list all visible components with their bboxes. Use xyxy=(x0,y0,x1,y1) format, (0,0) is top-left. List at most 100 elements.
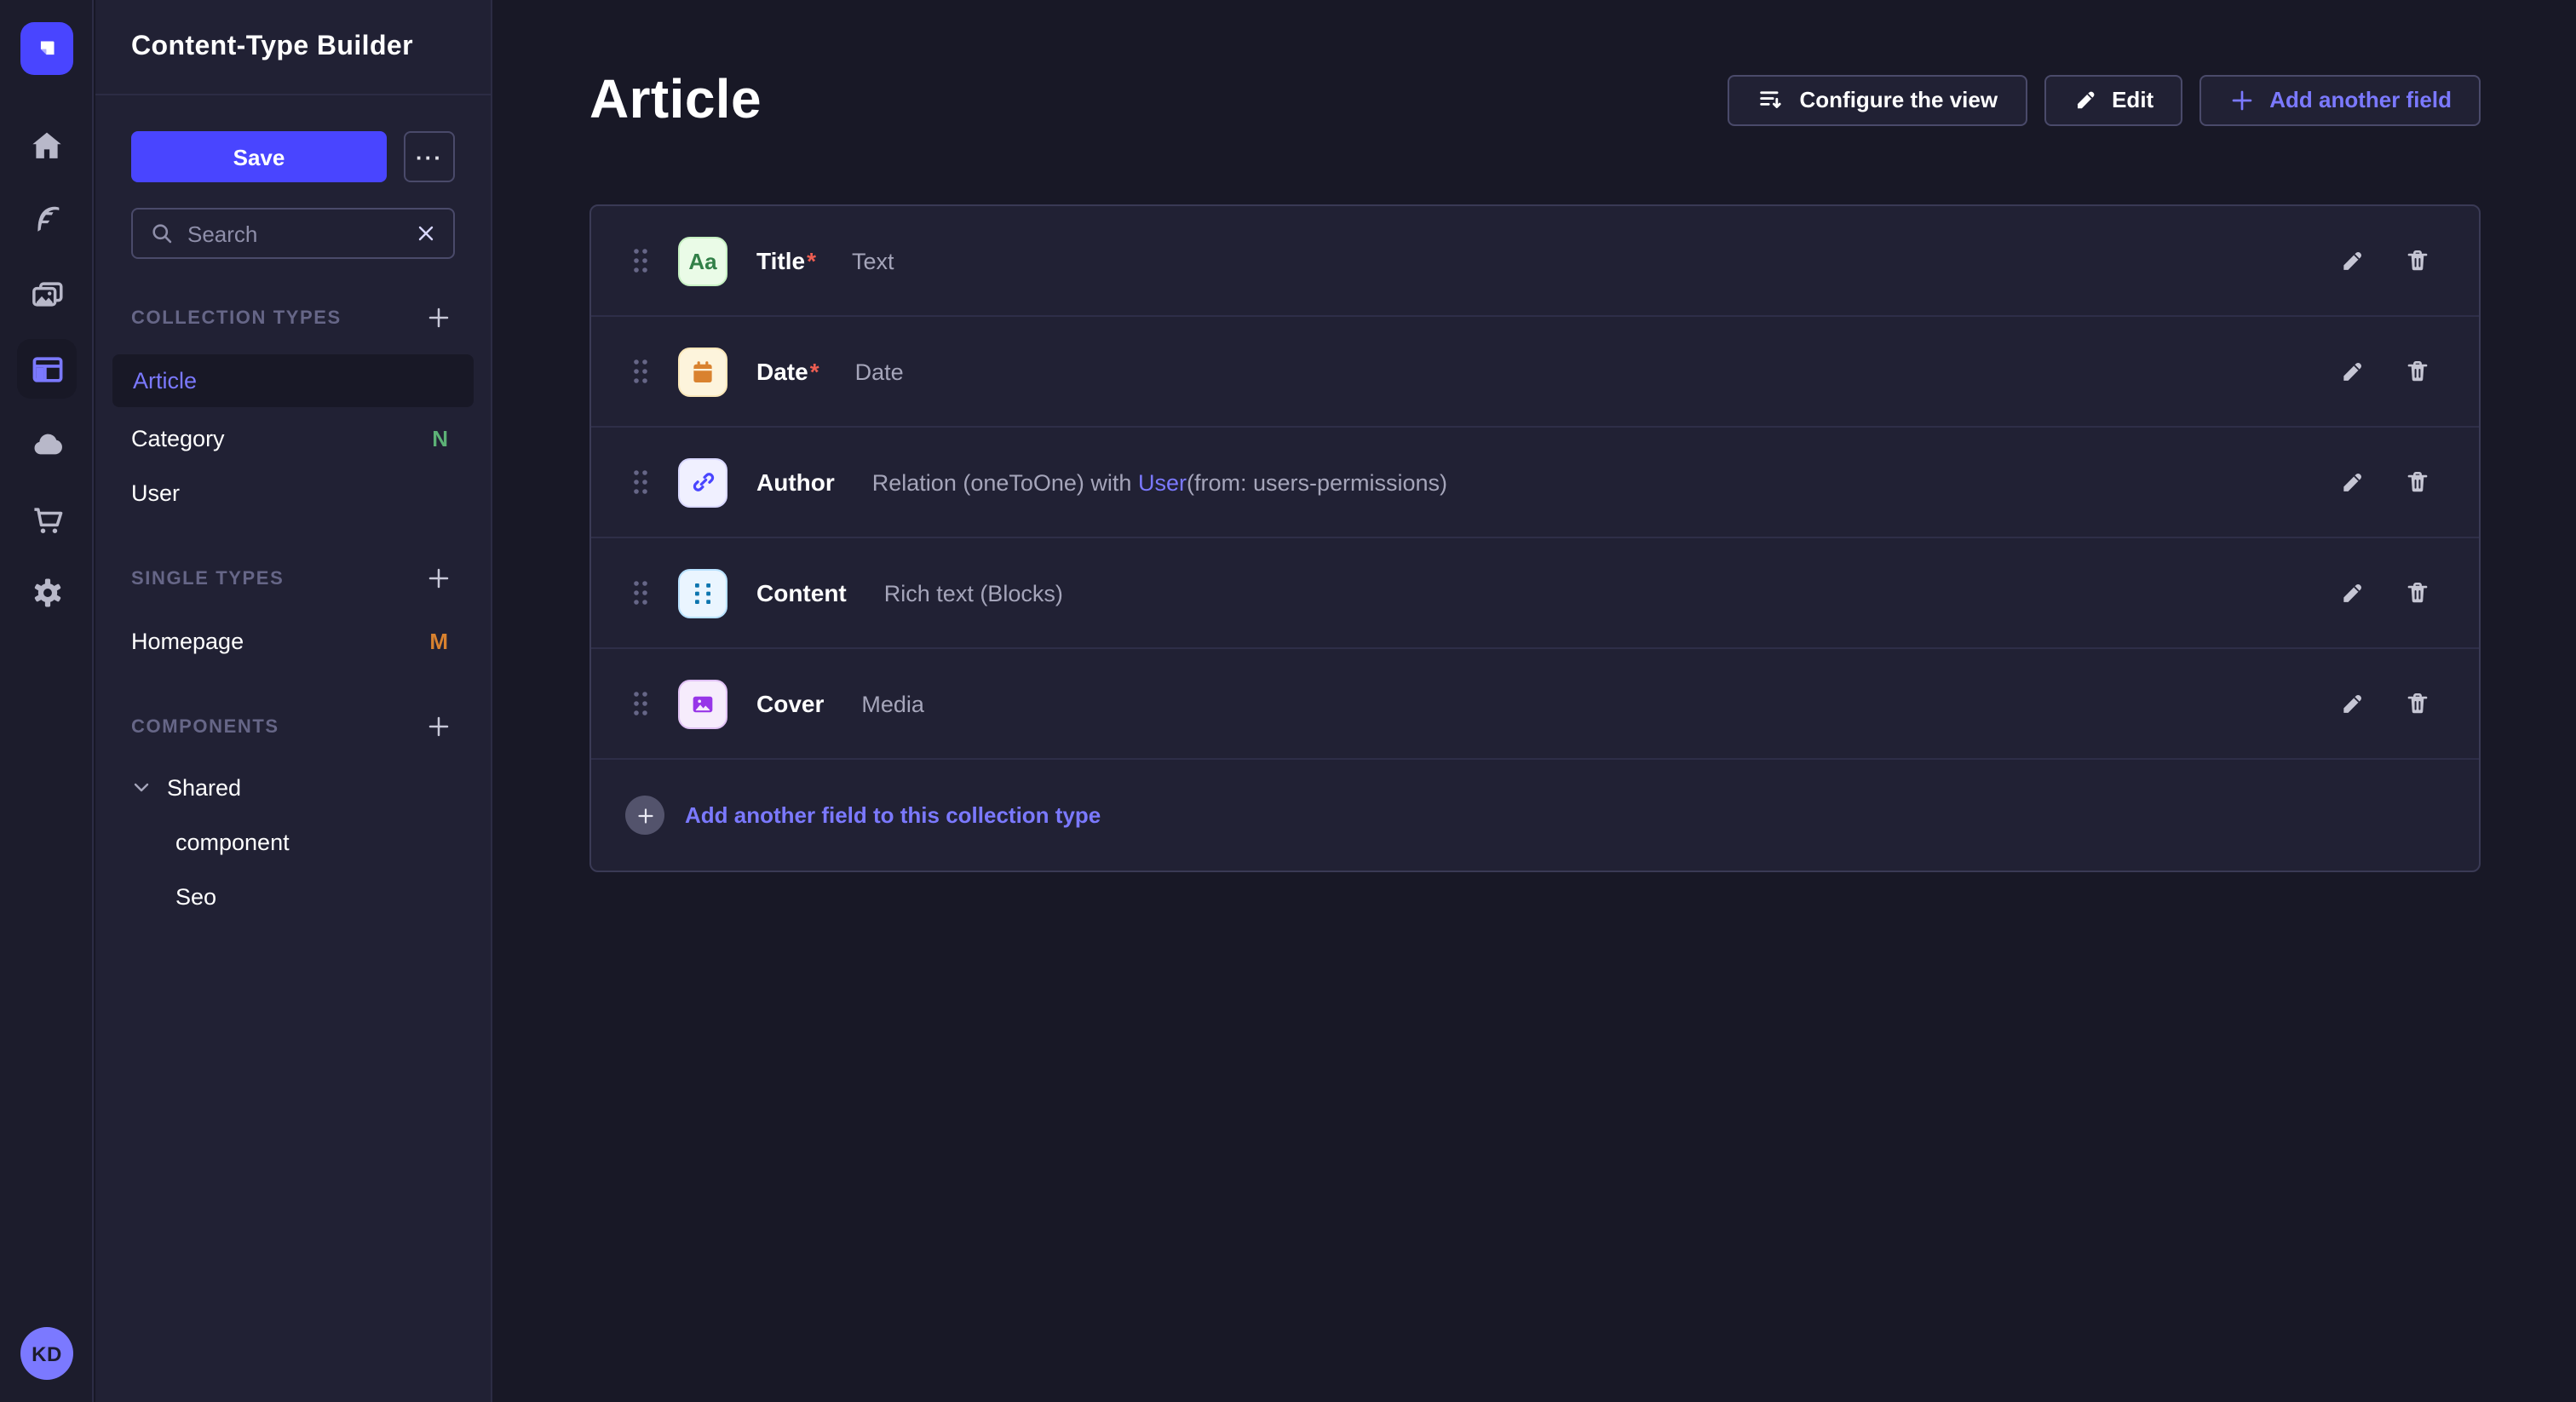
marketplace-cart-icon[interactable] xyxy=(17,489,77,549)
deploy-cloud-icon[interactable] xyxy=(17,414,77,474)
status-badge-new: N xyxy=(432,425,448,451)
pencil-icon xyxy=(2339,247,2366,274)
home-icon[interactable] xyxy=(17,116,77,175)
drag-handle-icon[interactable] xyxy=(625,358,656,385)
sidebar-item-seo[interactable]: Seo xyxy=(131,869,455,923)
sidebar-item-label: User xyxy=(131,480,180,505)
user-avatar[interactable]: KD xyxy=(20,1327,73,1380)
sidebar-item-label: Category xyxy=(131,425,225,451)
button-label: Edit xyxy=(2112,87,2153,112)
drag-handle-icon[interactable] xyxy=(625,690,656,717)
page-title: Article xyxy=(589,68,762,131)
drag-handle-icon[interactable] xyxy=(625,579,656,606)
configure-list-icon xyxy=(1757,85,1786,114)
sidebar-item-homepage[interactable]: Homepage M xyxy=(131,613,455,668)
field-name: Content xyxy=(756,579,848,606)
relation-field-icon xyxy=(678,457,727,507)
search-icon xyxy=(150,221,174,245)
field-name: Date* xyxy=(756,358,819,385)
collection-types-header: COLLECTION TYPES xyxy=(131,307,342,328)
fields-table: Aa Title* Text xyxy=(589,204,2481,872)
strapi-logo[interactable] xyxy=(20,22,73,75)
app-title: Content-Type Builder xyxy=(131,32,413,62)
add-another-field-button[interactable]: Add another field xyxy=(2199,74,2481,125)
delete-field-button[interactable] xyxy=(2397,572,2438,613)
sidebar-item-label: Seo xyxy=(175,883,216,909)
delete-field-button[interactable] xyxy=(2397,683,2438,724)
sidebar-item-user[interactable]: User xyxy=(131,465,455,520)
field-type: Relation (oneToOne) with User(from: user… xyxy=(872,469,1447,495)
sidebar-header: Content-Type Builder xyxy=(95,0,491,95)
edit-field-button[interactable] xyxy=(2332,572,2373,613)
field-row-content: Content Rich text (Blocks) xyxy=(591,538,2479,649)
nav-rail: KD xyxy=(0,0,94,1402)
media-library-icon[interactable] xyxy=(17,264,77,324)
text-field-icon: Aa xyxy=(678,236,727,285)
relation-target-link: User xyxy=(1138,469,1187,495)
sidebar: Content-Type Builder Save ··· xyxy=(95,0,492,1402)
edit-field-button[interactable] xyxy=(2332,351,2373,392)
add-single-type-button[interactable] xyxy=(423,562,455,595)
delete-field-button[interactable] xyxy=(2397,351,2438,392)
pencil-icon xyxy=(2073,87,2098,112)
components-header: COMPONENTS xyxy=(131,716,279,737)
plus-icon xyxy=(430,309,447,326)
component-group-shared[interactable]: Shared xyxy=(131,760,455,814)
pencil-icon xyxy=(2339,579,2366,606)
add-field-label: Add another field to this collection typ… xyxy=(685,802,1101,828)
drag-handle-icon[interactable] xyxy=(625,247,656,274)
sidebar-item-category[interactable]: Category N xyxy=(131,411,455,465)
field-type: Date xyxy=(855,359,904,384)
trash-icon xyxy=(2404,690,2431,717)
settings-gear-icon[interactable] xyxy=(17,562,77,622)
button-label: Add another field xyxy=(2269,87,2452,112)
plus-icon xyxy=(2228,86,2256,113)
search-input[interactable] xyxy=(187,221,402,246)
trash-icon xyxy=(2404,247,2431,274)
field-row-author: Author Relation (oneToOne) with User(fro… xyxy=(591,428,2479,538)
pencil-icon xyxy=(2339,358,2366,385)
sidebar-item-label: Article xyxy=(133,368,197,394)
add-component-button[interactable] xyxy=(423,710,455,743)
sidebar-item-component[interactable]: component xyxy=(131,814,455,869)
status-badge-modified: M xyxy=(429,628,448,653)
content-type-builder-icon[interactable] xyxy=(17,339,77,399)
field-row-title: Aa Title* Text xyxy=(591,206,2479,317)
single-types-header: SINGLE TYPES xyxy=(131,568,284,589)
edit-button[interactable]: Edit xyxy=(2044,74,2182,125)
field-name: Author xyxy=(756,468,837,496)
more-options-button[interactable]: ··· xyxy=(404,131,455,182)
delete-field-button[interactable] xyxy=(2397,462,2438,503)
trash-icon xyxy=(2404,358,2431,385)
add-field-to-collection-button[interactable]: Add another field to this collection typ… xyxy=(591,760,2479,871)
sidebar-item-article[interactable]: Article xyxy=(112,354,474,407)
media-field-icon xyxy=(678,679,727,728)
content-manager-icon[interactable] xyxy=(17,189,77,249)
clear-search-icon[interactable] xyxy=(416,223,436,244)
configure-view-button[interactable]: Configure the view xyxy=(1728,74,2027,125)
pencil-icon xyxy=(2339,468,2366,496)
sidebar-item-label: component xyxy=(175,829,290,854)
date-field-icon xyxy=(678,347,727,396)
delete-field-button[interactable] xyxy=(2397,240,2438,281)
field-row-cover: Cover Media xyxy=(591,649,2479,760)
save-button[interactable]: Save xyxy=(131,131,387,182)
field-row-date: Date* Date xyxy=(591,317,2479,428)
add-collection-type-button[interactable] xyxy=(423,302,455,334)
main-content: Article Configure the view Edit xyxy=(494,0,2576,1402)
plus-icon xyxy=(430,718,447,735)
plus-circle-icon xyxy=(625,796,664,835)
field-type: Text xyxy=(852,248,894,273)
button-label: Configure the view xyxy=(1800,87,1998,112)
plus-icon xyxy=(430,570,447,587)
edit-field-button[interactable] xyxy=(2332,683,2373,724)
sidebar-item-label: Homepage xyxy=(131,628,244,653)
chevron-down-icon xyxy=(131,777,152,797)
drag-handle-icon[interactable] xyxy=(625,468,656,496)
blocks-field-icon xyxy=(678,568,727,618)
field-type: Media xyxy=(861,691,924,716)
edit-field-button[interactable] xyxy=(2332,240,2373,281)
strapi-logo-icon xyxy=(32,34,61,63)
trash-icon xyxy=(2404,468,2431,496)
edit-field-button[interactable] xyxy=(2332,462,2373,503)
